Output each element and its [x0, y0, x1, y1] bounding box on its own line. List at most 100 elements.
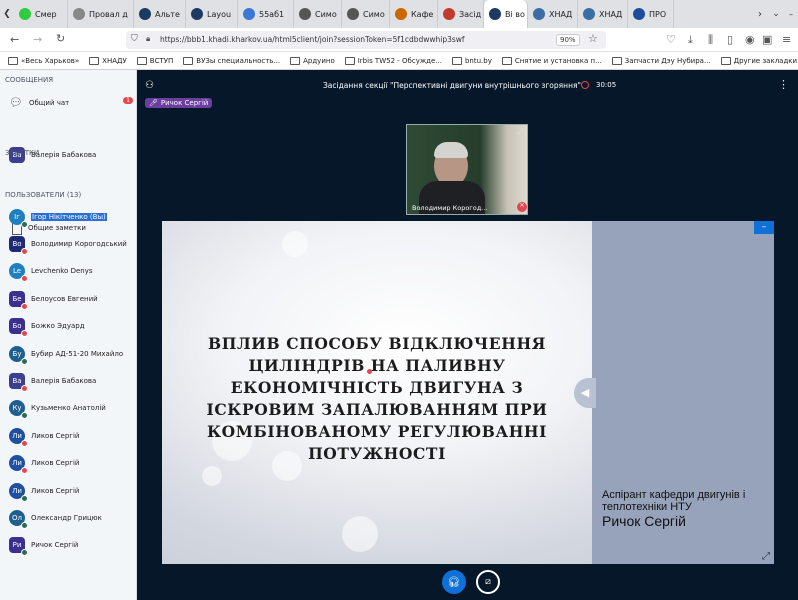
fullscreen-presentation-icon[interactable]: ⤢: [762, 551, 770, 562]
avatar: Le: [9, 263, 28, 283]
browser-tab[interactable]: Симо: [294, 0, 342, 28]
bookmark-item[interactable]: ВУЗы специальность...: [183, 56, 280, 65]
unread-badge: 1: [123, 97, 133, 104]
folder-icon: [8, 56, 18, 65]
bookmark-label: «Весь Харьков»: [21, 56, 80, 65]
bbb-icon: [191, 8, 203, 20]
bookmark-item[interactable]: ХНАДУ: [89, 56, 127, 65]
forward-icon[interactable]: →: [33, 33, 42, 46]
user-list-item[interactable]: Ли Ликов Сергій: [0, 422, 137, 449]
account-icon[interactable]: ◉: [745, 33, 755, 46]
user-list-item[interactable]: Ва Валерія Бабакова: [0, 367, 137, 394]
public-chat-label: Общий чат: [28, 98, 70, 107]
bookmark-star-icon[interactable]: ☆: [588, 32, 598, 45]
slide-title-line: ПОТУЖНОСТІ: [308, 444, 446, 463]
laser-pointer: [367, 369, 372, 374]
user-list-item[interactable]: Ку Кузьменко Анатолій: [0, 395, 137, 422]
users-toggle-icon[interactable]: ⚇: [145, 80, 154, 91]
slide-nav-handle[interactable]: ◀: [574, 378, 596, 408]
reload-icon[interactable]: ↻: [56, 32, 65, 45]
browser-tab[interactable]: Смер: [14, 0, 68, 28]
bookmark-item[interactable]: «Весь Харьков»: [8, 56, 80, 65]
tab-label: Ві во: [505, 9, 525, 19]
tab-label: ХНАД: [549, 9, 573, 19]
browser-tab[interactable]: Ві во: [484, 0, 528, 28]
bookmark-label: Запчасти Дэу Нубира...: [624, 56, 711, 65]
recording-icon[interactable]: [581, 81, 589, 89]
bookmark-item[interactable]: ВСТУП: [136, 56, 173, 65]
back-icon[interactable]: ←: [10, 33, 19, 46]
user-list-item[interactable]: Бе Белоусов Евгений: [0, 285, 137, 312]
bookmark-item[interactable]: bntu.by: [451, 56, 492, 65]
shield-icon[interactable]: ⛉: [131, 34, 138, 44]
user-name: Ігор Нікітченко (Вы): [31, 212, 107, 221]
bookmark-item[interactable]: Снятие и установка п...: [501, 56, 602, 65]
user-list-item[interactable]: Ли Ликов Сергій: [0, 450, 137, 477]
avatar: Ли: [9, 455, 28, 475]
user-list-item[interactable]: Ли Ликов Сергій: [0, 477, 137, 504]
bookmark-label: Irbis TW52 - Обсужде...: [357, 56, 442, 65]
user-list-item[interactable]: Le Levchenko Denys: [0, 258, 137, 285]
options-menu-icon[interactable]: ⋮: [778, 78, 789, 91]
video-off-icon: ⧄: [485, 577, 491, 587]
user-list-item[interactable]: Бу Бубир АД-51-20 Михайло: [0, 340, 137, 367]
avatar: Ол: [9, 509, 28, 529]
browser-tab[interactable]: ХНАД: [528, 0, 578, 28]
webcam-tile[interactable]: Володимир Корогод... ⤢ ✕: [406, 124, 528, 215]
audio-button[interactable]: 🎧︎: [442, 570, 466, 594]
app-menu-icon[interactable]: ≡: [782, 33, 791, 46]
folder-icon: [451, 56, 462, 65]
muted-status-icon: [21, 248, 28, 256]
lock-icon[interactable]: 🔒︎: [146, 34, 150, 44]
browser-menu-icon[interactable]: ❮: [0, 0, 14, 28]
user-list-item[interactable]: Бо Божко Эдуард: [0, 313, 137, 340]
browser-tab[interactable]: 55аб1: [238, 0, 294, 28]
browser-tab[interactable]: Симо: [342, 0, 390, 28]
bookmark-item[interactable]: Ардуино: [290, 56, 335, 65]
minimize-presentation-button[interactable]: –: [754, 221, 774, 234]
bookmark-item[interactable]: Irbis TW52 - Обсужде...: [344, 56, 442, 65]
download-icon[interactable]: ⤓: [688, 33, 693, 47]
slide-title-line: ІСКРОВИМ ЗАПАЛЮВАННЯМ ПРИ: [206, 400, 548, 419]
library-icon[interactable]: ⫼: [708, 33, 713, 47]
folder-icon: [183, 56, 194, 65]
user-list-item[interactable]: Ри Ричок Сергій: [0, 532, 137, 559]
tab-scroll-right-icon[interactable]: ›: [752, 9, 768, 20]
fullscreen-icon[interactable]: ⤢: [517, 127, 523, 137]
browser-tab[interactable]: ХНАД: [578, 0, 628, 28]
user-name: Levchenko Denys: [31, 267, 93, 276]
url-text[interactable]: https://bbb1.khadi.kharkov.ua/html5clien…: [160, 35, 465, 44]
browser-tab[interactable]: ПРО: [628, 0, 674, 28]
browser-tab[interactable]: Альте: [134, 0, 186, 28]
bookmark-item[interactable]: Запчасти Дэу Нубира...: [611, 56, 711, 65]
tab-label: Кафе: [411, 9, 434, 19]
share-video-button[interactable]: ⧄: [476, 570, 500, 594]
tab-list-icon[interactable]: ⌄: [768, 9, 784, 19]
user-list-item[interactable]: Во Володимир Корогодський: [0, 230, 137, 257]
chat-user-name: Валерія Бабакова: [31, 151, 97, 160]
browser-tab[interactable]: Засід: [438, 0, 484, 28]
decor-bubble: [282, 231, 308, 257]
browser-tab[interactable]: Кафе: [390, 0, 438, 28]
sidebar-toggle-icon[interactable]: ▯: [727, 33, 733, 46]
minimize-window-icon[interactable]: –: [784, 10, 798, 19]
user-list-item[interactable]: Ол Олександр Грицюк: [0, 504, 137, 531]
browser-tab[interactable]: Провал д: [68, 0, 134, 28]
tab-label: Симо: [315, 9, 337, 19]
extension-icon[interactable]: ▣: [762, 33, 772, 46]
zoom-level[interactable]: 90%: [556, 34, 580, 46]
browser-tab[interactable]: Layou: [186, 0, 238, 28]
pocket-icon[interactable]: ♡: [666, 33, 676, 46]
public-chat-item[interactable]: 💬︎ Общий чат 1: [0, 89, 137, 116]
bookmark-item[interactable]: Другие закладки: [720, 56, 798, 65]
address-bar[interactable]: ⛉ 🔒︎ https://bbb1.khadi.kharkov.ua/html5…: [126, 31, 606, 49]
author-line-2: теплотехніки НТУ: [602, 501, 692, 513]
bookmarks-bar: «Весь Харьков» ХНАДУ ВСТУП ВУЗы специальнос…: [0, 52, 798, 70]
avatar: Во: [9, 236, 28, 256]
page-icon: [299, 8, 311, 20]
user-list-item[interactable]: Іг Ігор Нікітченко (Вы): [0, 203, 137, 230]
moderator-status-icon: [21, 494, 28, 502]
user-name: Божко Эдуард: [31, 322, 85, 331]
flag-icon: [633, 8, 645, 20]
moderator-status-icon: [21, 357, 28, 365]
